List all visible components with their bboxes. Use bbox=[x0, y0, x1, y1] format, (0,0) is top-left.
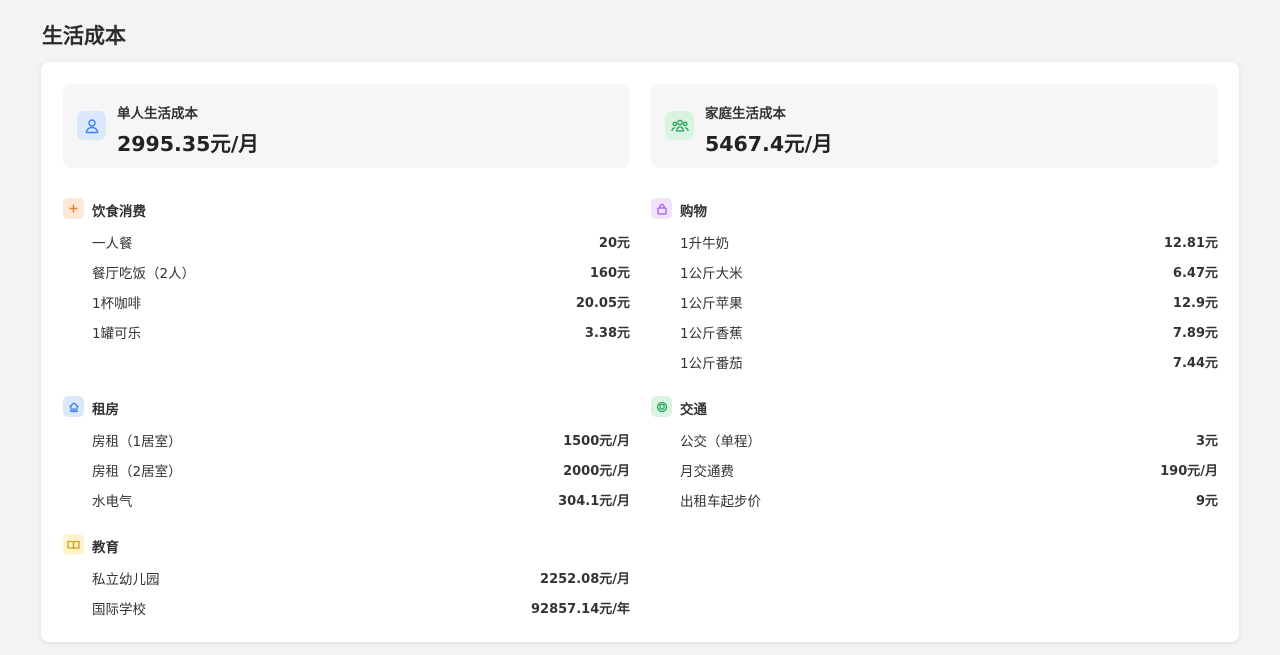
book-icon bbox=[63, 534, 84, 555]
item-value: 7.89元 bbox=[1172, 326, 1218, 341]
item-value: 3.38元 bbox=[584, 326, 630, 341]
item-value: 1500元/月 bbox=[563, 434, 630, 449]
transport-section: 交通 公交（单程） 3元 月交通费 190元/月 出租车起步价 9元 bbox=[651, 396, 1218, 520]
item-value: 2000元/月 bbox=[563, 464, 630, 479]
item-name: 1杯咖啡 bbox=[92, 296, 142, 312]
item-name: 出租车起步价 bbox=[680, 494, 761, 510]
single-cost-label: 单人生活成本 bbox=[117, 106, 198, 122]
item-value: 92857.14元/年 bbox=[530, 602, 630, 617]
item-name: 一人餐 bbox=[92, 236, 133, 252]
item-name: 餐厅吃饭（2人） bbox=[92, 266, 196, 282]
list-item: 一人餐 20元 bbox=[63, 232, 630, 262]
list-item: 出租车起步价 9元 bbox=[651, 490, 1218, 520]
item-value: 304.1元/月 bbox=[558, 494, 630, 509]
single-person-summary: 单人生活成本 2995.35元/月 bbox=[63, 84, 630, 168]
item-name: 月交通费 bbox=[680, 464, 734, 480]
food-section-title: 饮食消费 bbox=[92, 204, 146, 220]
list-item: 1公斤香蕉 7.89元 bbox=[651, 322, 1218, 352]
transit-icon bbox=[651, 396, 672, 417]
item-name: 1公斤苹果 bbox=[680, 296, 743, 312]
education-section: 教育 私立幼儿园 2252.08元/月 国际学校 92857.14元/年 bbox=[63, 534, 630, 628]
food-section-header: 饮食消费 bbox=[63, 198, 630, 220]
list-item: 1罐可乐 3.38元 bbox=[63, 322, 630, 352]
item-value: 160元 bbox=[589, 266, 630, 281]
item-name: 房租（1居室） bbox=[92, 434, 182, 450]
transport-section-header: 交通 bbox=[651, 396, 1218, 418]
list-item: 水电气 304.1元/月 bbox=[63, 490, 630, 520]
item-name: 1公斤大米 bbox=[680, 266, 743, 282]
single-cost-value: 2995.35元/月 bbox=[117, 132, 259, 156]
shopping-section-title: 购物 bbox=[680, 204, 707, 220]
list-item: 1公斤苹果 12.9元 bbox=[651, 292, 1218, 322]
rent-section: 租房 房租（1居室） 1500元/月 房租（2居室） 2000元/月 水电气 304.… bbox=[63, 396, 630, 520]
plus-icon bbox=[63, 198, 84, 219]
user-icon bbox=[77, 111, 106, 140]
item-value: 2252.08元/月 bbox=[540, 572, 630, 587]
list-item: 1升牛奶 12.81元 bbox=[651, 232, 1218, 262]
list-item: 1公斤番茄 7.44元 bbox=[651, 352, 1218, 382]
home-icon bbox=[63, 396, 84, 417]
family-icon bbox=[665, 111, 694, 140]
item-value: 20元 bbox=[598, 236, 630, 251]
food-section: 饮食消费 一人餐 20元 餐厅吃饭（2人） 160元 1杯咖啡 20.05元 1罐可乐… bbox=[63, 198, 630, 352]
item-value: 3元 bbox=[1195, 434, 1218, 449]
item-name: 1罐可乐 bbox=[92, 326, 142, 342]
cost-of-living-card: 单人生活成本 2995.35元/月 家庭生活成本 5467.4元/月 饮食消费 bbox=[41, 62, 1239, 642]
family-cost-value: 5467.4元/月 bbox=[705, 132, 833, 156]
rent-section-header: 租房 bbox=[63, 396, 630, 418]
list-item: 1公斤大米 6.47元 bbox=[651, 262, 1218, 292]
list-item: 餐厅吃饭（2人） 160元 bbox=[63, 262, 630, 292]
item-value: 9元 bbox=[1195, 494, 1218, 509]
list-item: 国际学校 92857.14元/年 bbox=[63, 598, 630, 628]
shopping-section-header: 购物 bbox=[651, 198, 1218, 220]
education-section-title: 教育 bbox=[92, 540, 119, 556]
item-value: 12.81元 bbox=[1163, 236, 1218, 251]
item-name: 国际学校 bbox=[92, 602, 146, 618]
item-value: 190元/月 bbox=[1160, 464, 1218, 479]
item-value: 6.47元 bbox=[1172, 266, 1218, 281]
item-name: 水电气 bbox=[92, 494, 133, 510]
item-name: 公交（单程） bbox=[680, 434, 761, 450]
family-cost-label: 家庭生活成本 bbox=[705, 106, 786, 122]
family-summary: 家庭生活成本 5467.4元/月 bbox=[651, 84, 1218, 168]
list-item: 月交通费 190元/月 bbox=[651, 460, 1218, 490]
item-name: 1升牛奶 bbox=[680, 236, 730, 252]
list-item: 房租（1居室） 1500元/月 bbox=[63, 430, 630, 460]
list-item: 房租（2居室） 2000元/月 bbox=[63, 460, 630, 490]
list-item: 1杯咖啡 20.05元 bbox=[63, 292, 630, 322]
list-item: 公交（单程） 3元 bbox=[651, 430, 1218, 460]
item-name: 房租（2居室） bbox=[92, 464, 182, 480]
item-name: 1公斤香蕉 bbox=[680, 326, 743, 342]
shopping-section: 购物 1升牛奶 12.81元 1公斤大米 6.47元 1公斤苹果 12.9元 1公斤香… bbox=[651, 198, 1218, 382]
item-value: 12.9元 bbox=[1172, 296, 1218, 311]
list-item: 私立幼儿园 2252.08元/月 bbox=[63, 568, 630, 598]
item-name: 1公斤番茄 bbox=[680, 356, 743, 372]
item-value: 7.44元 bbox=[1172, 356, 1218, 371]
transport-section-title: 交通 bbox=[680, 402, 707, 418]
page-title: 生活成本 bbox=[42, 24, 126, 48]
shopping-bag-icon bbox=[651, 198, 672, 219]
rent-section-title: 租房 bbox=[92, 402, 119, 418]
item-value: 20.05元 bbox=[575, 296, 630, 311]
item-name: 私立幼儿园 bbox=[92, 572, 160, 588]
education-section-header: 教育 bbox=[63, 534, 630, 556]
